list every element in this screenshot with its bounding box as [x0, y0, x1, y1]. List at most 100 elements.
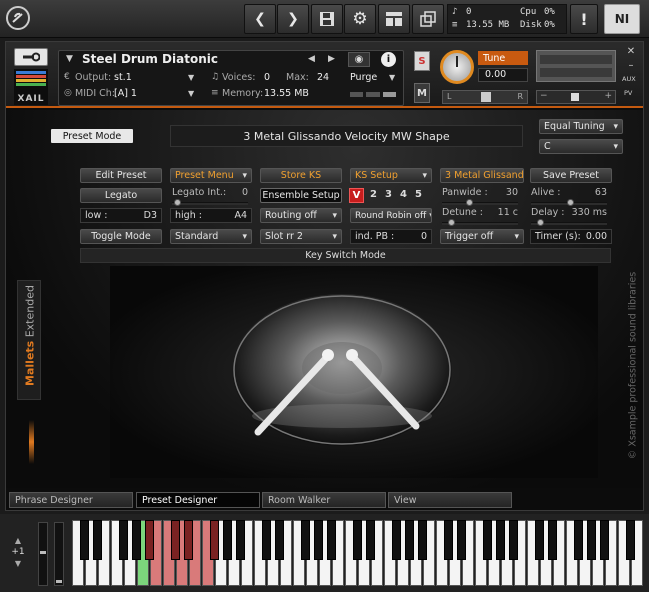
octave-up-icon[interactable]: ▲ — [4, 536, 32, 545]
chevron-down-icon[interactable]: ▼ — [66, 54, 73, 64]
kontakt-logo-icon[interactable] — [6, 6, 30, 30]
tune-knob[interactable] — [440, 50, 474, 84]
black-key[interactable] — [483, 520, 492, 560]
warning-button[interactable]: ! — [570, 4, 598, 34]
black-key[interactable] — [496, 520, 505, 560]
slot-5-button[interactable]: 5 — [415, 189, 422, 200]
slot-2-button[interactable]: 2 — [370, 189, 377, 200]
black-key[interactable] — [327, 520, 336, 560]
black-key[interactable] — [210, 520, 219, 560]
black-key[interactable] — [509, 520, 518, 560]
store-ks-button[interactable]: Store KS — [260, 168, 342, 183]
solo-button[interactable]: S — [414, 51, 430, 71]
ensemble-setup-button[interactable]: Ensemble Setup — [260, 188, 342, 203]
volume-slider[interactable]: − + — [536, 90, 616, 104]
slot-3-button[interactable]: 3 — [385, 189, 392, 200]
black-key[interactable] — [405, 520, 414, 560]
next-instrument-icon[interactable]: ▶ — [328, 54, 335, 64]
key-select[interactable]: C — [539, 139, 623, 154]
preset-select[interactable]: 3 Metal Glissando V — [440, 168, 524, 183]
max-voices-value[interactable]: 24 — [317, 72, 329, 83]
round-robin-select[interactable]: Round Robin off — [350, 208, 432, 223]
preset-mode-button[interactable]: Preset Mode — [51, 129, 133, 143]
black-key[interactable] — [314, 520, 323, 560]
black-key[interactable] — [145, 520, 154, 560]
mute-button[interactable]: M — [414, 83, 430, 103]
black-key[interactable] — [444, 520, 453, 560]
black-key[interactable] — [574, 520, 583, 560]
tune-value[interactable]: 0.00 — [478, 68, 528, 82]
info-icon[interactable]: i — [381, 52, 396, 67]
preset-menu-select[interactable]: Preset Menu — [170, 168, 252, 183]
legato-button[interactable]: Legato — [80, 188, 162, 203]
black-key[interactable] — [93, 520, 102, 560]
black-key[interactable] — [353, 520, 362, 560]
ind-pb-field[interactable]: ind. PB : 0 — [350, 229, 432, 244]
black-key[interactable] — [548, 520, 557, 560]
ni-logo-button[interactable]: NI — [604, 4, 640, 34]
pitch-wheel[interactable] — [38, 522, 48, 586]
tab-phrase-designer[interactable]: Phrase Designer — [9, 492, 133, 508]
previous-button[interactable]: ❮ — [244, 4, 276, 34]
chevron-down-icon[interactable]: ▼ — [389, 73, 395, 82]
edit-preset-button[interactable]: Edit Preset — [80, 168, 162, 183]
pv-button[interactable]: PV — [624, 89, 632, 97]
black-key[interactable] — [392, 520, 401, 560]
snapshot-camera-icon[interactable]: ◉ — [348, 52, 370, 67]
chevron-down-icon[interactable]: ▼ — [188, 89, 194, 98]
black-key[interactable] — [275, 520, 284, 560]
black-key[interactable] — [587, 520, 596, 560]
tuning-select[interactable]: Equal Tuning — [539, 119, 623, 134]
black-key[interactable] — [236, 520, 245, 560]
black-key[interactable] — [171, 520, 180, 560]
black-key[interactable] — [119, 520, 128, 560]
next-button[interactable]: ❯ — [277, 4, 309, 34]
low-range-field[interactable]: low : D3 — [80, 208, 162, 223]
tab-preset-designer[interactable]: Preset Designer — [136, 492, 260, 508]
prev-instrument-icon[interactable]: ◀ — [308, 54, 315, 64]
trigger-select[interactable]: Trigger off — [440, 229, 524, 244]
tab-view[interactable]: View — [388, 492, 512, 508]
output-select[interactable]: st.1 — [114, 72, 132, 83]
black-key[interactable] — [600, 520, 609, 560]
pan-slider[interactable]: L R — [442, 90, 528, 104]
settings-button[interactable]: ⚙ — [344, 4, 376, 34]
piano-keyboard[interactable] — [72, 520, 644, 592]
tab-room-walker[interactable]: Room Walker — [262, 492, 386, 508]
purge-menu[interactable]: Purge — [350, 72, 377, 83]
black-key[interactable] — [184, 520, 193, 560]
timer-field[interactable]: Timer (s): 0.00 — [530, 229, 612, 244]
black-key[interactable] — [457, 520, 466, 560]
slot-4-button[interactable]: 4 — [400, 189, 407, 200]
voices-label: Voices: — [222, 72, 256, 83]
save-button[interactable] — [311, 4, 343, 34]
mod-wheel[interactable] — [54, 522, 64, 586]
instrument-edit-button[interactable] — [14, 48, 48, 66]
midi-channel-select[interactable]: [A] 1 — [114, 88, 137, 99]
routing-select[interactable]: Routing off — [260, 208, 342, 223]
black-key[interactable] — [366, 520, 375, 560]
black-key[interactable] — [132, 520, 141, 560]
toggle-mode-button[interactable]: Toggle Mode — [80, 229, 162, 244]
velocity-button[interactable]: V — [349, 188, 364, 203]
black-key[interactable] — [418, 520, 427, 560]
aux-button[interactable]: AUX — [622, 75, 636, 83]
black-key[interactable] — [80, 520, 89, 560]
save-preset-button[interactable]: Save Preset — [530, 168, 612, 183]
black-key[interactable] — [223, 520, 232, 560]
black-key[interactable] — [262, 520, 271, 560]
resize-button[interactable] — [412, 4, 444, 34]
view-layout-button[interactable] — [378, 4, 410, 34]
black-key[interactable] — [301, 520, 310, 560]
chevron-down-icon[interactable]: ▼ — [188, 73, 194, 82]
black-key[interactable] — [626, 520, 635, 560]
ks-setup-select[interactable]: KS Setup — [350, 168, 432, 183]
minimize-instrument-button[interactable]: – — [624, 60, 638, 72]
black-key[interactable] — [535, 520, 544, 560]
standard-select[interactable]: Standard — [170, 229, 252, 244]
instrument-name[interactable]: Steel Drum Diatonic — [82, 52, 218, 66]
close-instrument-button[interactable]: ✕ — [624, 46, 638, 58]
slot-rr-select[interactable]: Slot rr 2 — [260, 229, 342, 244]
octave-down-icon[interactable]: ▼ — [4, 559, 32, 568]
high-range-field[interactable]: high : A4 — [170, 208, 252, 223]
